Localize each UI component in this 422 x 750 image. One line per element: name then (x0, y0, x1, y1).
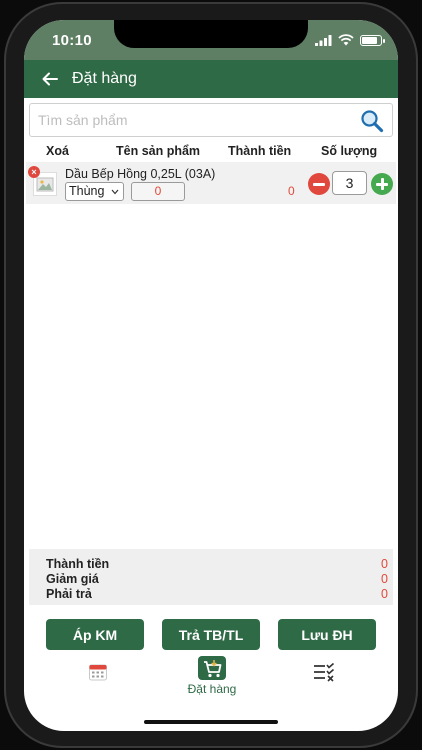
wifi-icon (338, 34, 354, 46)
app-header: Đặt hàng (24, 60, 398, 98)
app-screen: 10:10 Đặt hàng Tìm sản phẩm Xoá Tên sản … (24, 20, 398, 731)
cart-icon (198, 656, 226, 680)
save-order-button[interactable]: Lưu ĐH (278, 619, 376, 650)
search-input[interactable] (30, 104, 350, 136)
payable-label: Phải trả (46, 587, 92, 601)
column-header-total: Thành tiền (228, 144, 292, 158)
calendar-icon (89, 664, 107, 681)
column-header-quantity: Số lượng (321, 144, 378, 158)
increase-quantity-button[interactable] (371, 173, 393, 195)
decrease-quantity-button[interactable] (308, 173, 330, 195)
chevron-down-icon (111, 189, 119, 195)
page-title: Đặt hàng (72, 70, 137, 87)
payable-row: Phải trả 0 (46, 587, 388, 601)
tab-order-label: Đặt hàng (187, 682, 237, 696)
remove-item-icon[interactable]: × (28, 166, 40, 178)
search-icon (361, 110, 384, 133)
search-button[interactable] (360, 109, 384, 133)
tab-checklist[interactable] (312, 656, 336, 704)
battery-icon (360, 34, 385, 46)
discount-label: Giảm giá (46, 572, 99, 586)
back-button[interactable] (30, 60, 70, 98)
product-row: × Dầu Bếp Hồng 0,25L (03A) Thùng 0 0 3 (26, 162, 396, 204)
device-notch (114, 20, 308, 48)
checklist-icon (314, 662, 335, 682)
status-icons (315, 34, 385, 46)
column-header-delete: Xoá (46, 144, 69, 158)
subtotal-row: Thành tiền 0 (46, 557, 388, 571)
column-header-product: Tên sản phẩm (116, 144, 201, 158)
discount-row: Giảm giá 0 (46, 572, 388, 586)
search-box (29, 103, 393, 137)
discount-value: 0 (381, 572, 388, 586)
product-name: Dầu Bếp Hồng 0,25L (03A) (65, 167, 216, 181)
subtotal-label: Thành tiền (46, 557, 110, 571)
line-total: 0 (288, 184, 295, 198)
price-input[interactable]: 0 (131, 182, 185, 201)
home-indicator (144, 720, 278, 724)
unit-select[interactable]: Thùng (65, 182, 124, 201)
status-time: 10:10 (52, 32, 92, 49)
return-button[interactable]: Trả TB/TL (162, 619, 260, 650)
table-header: Xoá Tên sản phẩm Thành tiền Số lượng (24, 140, 398, 162)
subtotal-value: 0 (381, 557, 388, 571)
totals-panel: Thành tiền 0 Giảm giá 0 Phải trả 0 (29, 549, 393, 605)
unit-select-value: Thùng (69, 184, 105, 198)
quantity-input[interactable]: 3 (332, 171, 367, 195)
signal-icon (315, 34, 332, 46)
back-arrow-icon (42, 72, 58, 86)
tab-calendar[interactable] (86, 656, 110, 704)
apply-promotion-button[interactable]: Áp KM (46, 619, 144, 650)
payable-value: 0 (381, 587, 388, 601)
status-bar: 10:10 (24, 20, 398, 60)
tab-order[interactable]: Đặt hàng (176, 656, 248, 704)
